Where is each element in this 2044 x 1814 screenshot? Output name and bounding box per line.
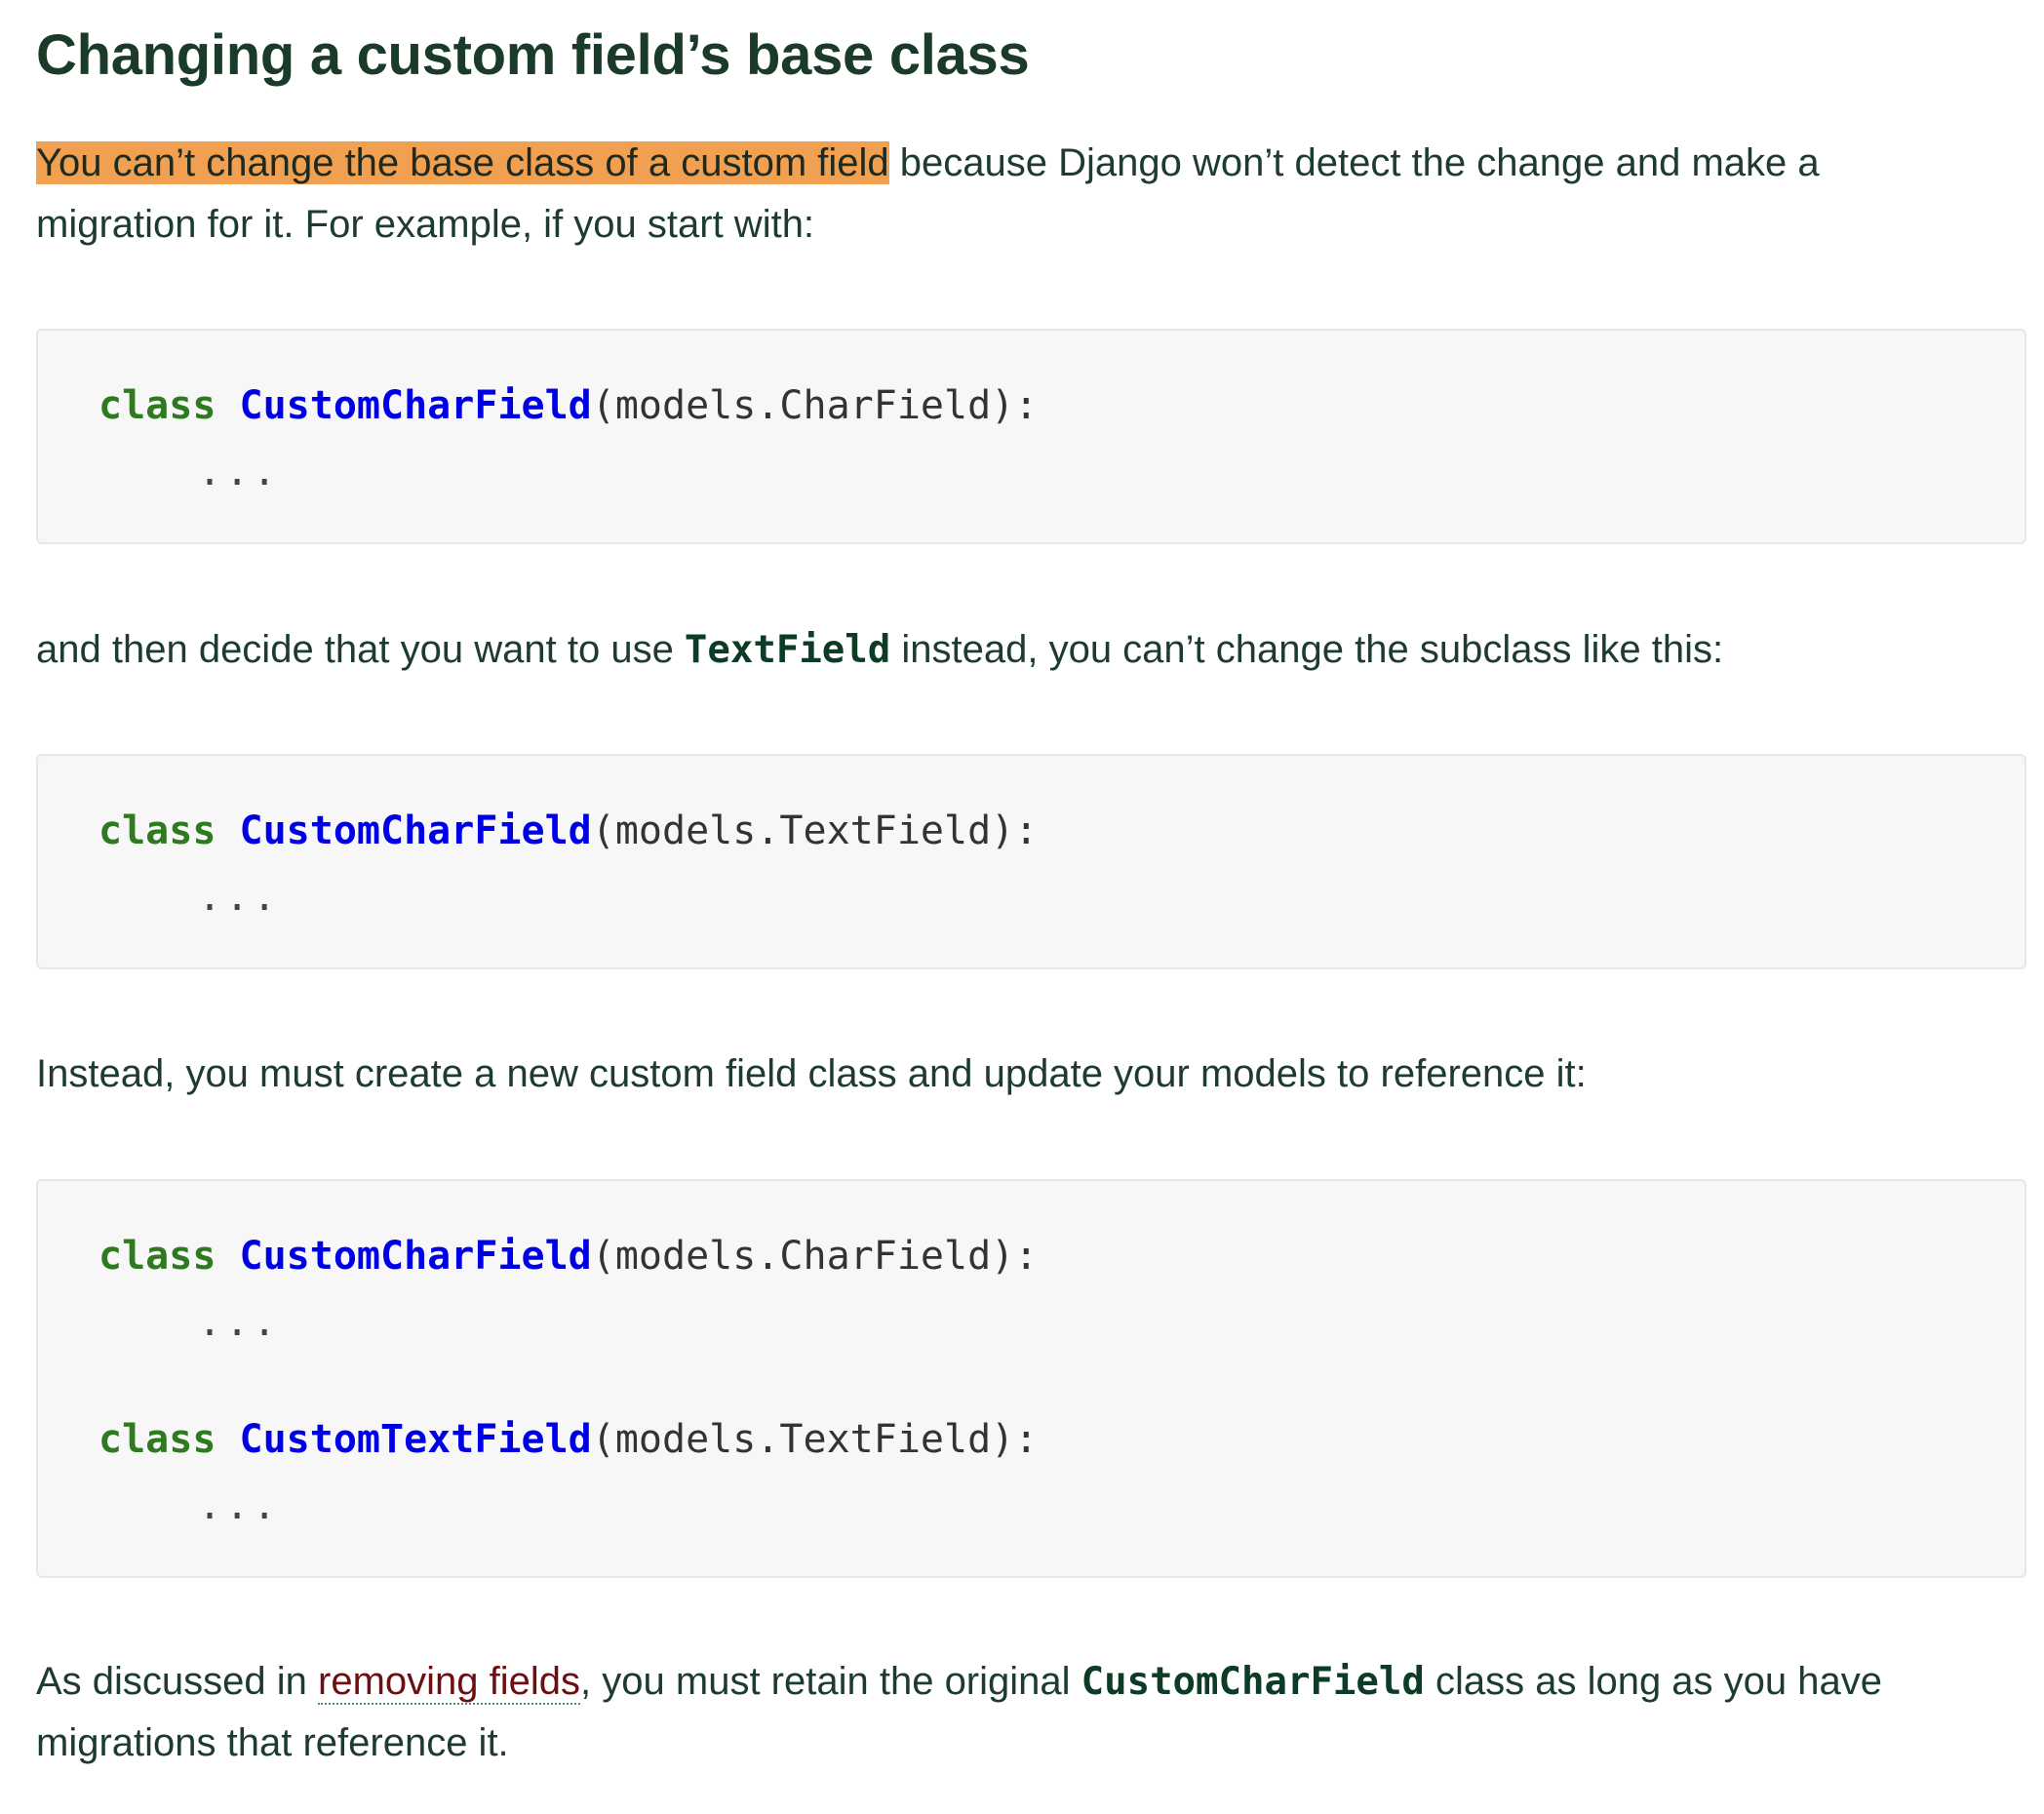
code-args: (models.TextField): [591,1417,1039,1462]
para4-before: As discussed in [36,1660,319,1703]
code-classname: CustomCharField [239,808,592,853]
code-keyword: class [98,1234,216,1279]
code-ellipsis: ... [198,875,281,920]
removing-fields-link[interactable]: removing fields [318,1660,581,1705]
code-line: class CustomCharField(models.TextField): [98,807,1038,855]
code-block-changed[interactable]: class CustomCharField(models.TextField):… [36,754,2026,969]
para2-after: instead, you can’t change the subclass l… [890,628,1724,671]
code-line: class CustomTextField(models.TextField): [98,1415,1038,1464]
section-heading: Changing a custom field’s base class [36,23,1030,87]
intro-text-1: because Django won’t detect the change a… [888,141,1820,184]
code-keyword: class [98,1417,216,1462]
paragraph-instead: Instead, you must create a new custom fi… [36,1052,1587,1095]
code-ellipsis: ... [198,1483,281,1528]
paragraph-conclusion: As discussed in removing fields, you mus… [36,1651,1996,1774]
code-classname: CustomTextField [239,1417,592,1462]
code-block-original[interactable]: class CustomCharField(models.CharField):… [36,329,2026,544]
para2-before: and then decide that you want to use [36,628,685,671]
code-args: (models.CharField): [591,383,1039,428]
code-line: class CustomCharField(models.CharField): [98,1232,1038,1281]
inline-code-customcharfield: CustomCharField [1081,1660,1425,1704]
highlighted-text[interactable]: You can’t change the base class of a cus… [36,141,889,184]
para4-after: class as long as you have [1424,1660,1883,1703]
paragraph-intro: You can’t change the base class of a cus… [36,133,1996,256]
code-args: (models.TextField): [591,808,1039,853]
paragraph-textfield: and then decide that you want to use Tex… [36,619,1996,681]
para4-middle: , you must retain the original [580,1660,1081,1703]
code-classname: CustomCharField [239,383,592,428]
code-keyword: class [98,808,216,853]
code-ellipsis: ... [198,450,281,494]
code-ellipsis: ... [198,1300,281,1345]
code-keyword: class [98,383,216,428]
code-classname: CustomCharField [239,1234,592,1279]
code-block-new[interactable]: class CustomCharField(models.CharField):… [36,1179,2026,1578]
intro-text-2: migration for it. For example, if you st… [36,203,815,246]
code-args: (models.CharField): [591,1234,1039,1279]
para4-line2: migrations that reference it. [36,1721,509,1764]
code-line: class CustomCharField(models.CharField): [98,381,1038,430]
inline-code-textfield: TextField [684,628,891,672]
